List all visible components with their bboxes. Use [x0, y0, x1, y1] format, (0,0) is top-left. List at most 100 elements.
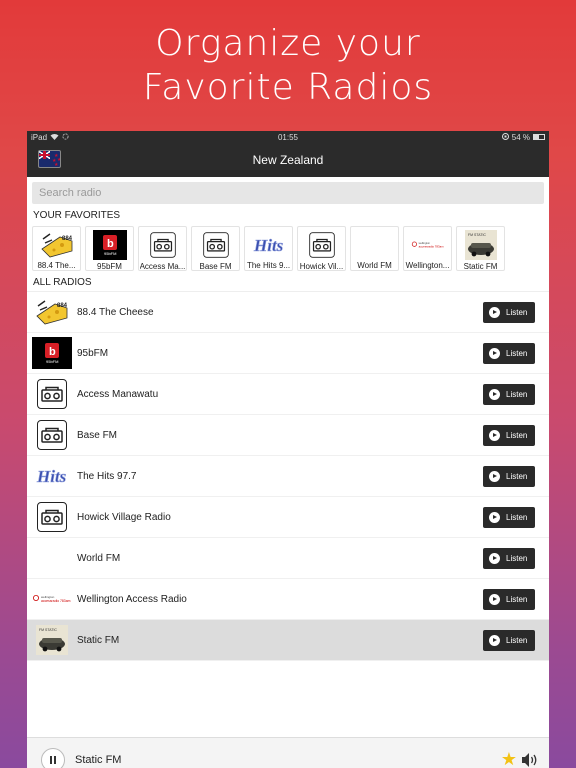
wifi-icon	[50, 133, 59, 142]
radio-name: Wellington Access Radio	[77, 593, 187, 605]
radio-row[interactable]: Base FM Listen	[27, 415, 549, 456]
radio-name: World FM	[77, 552, 121, 564]
hits-logo-icon: Hits	[252, 230, 286, 259]
boombox-icon	[32, 419, 72, 451]
favorite-star-icon[interactable]: ★	[501, 749, 517, 768]
svg-text:Hits: Hits	[253, 236, 284, 255]
speaker-icon[interactable]	[521, 752, 539, 768]
boombox-icon	[32, 501, 72, 533]
play-icon	[489, 635, 500, 646]
favorite-item[interactable]: b 95bFM 95bFM	[85, 226, 134, 271]
boombox-icon	[199, 230, 233, 260]
radio-name: 88.4 The Cheese	[77, 306, 154, 318]
radio-row[interactable]: Howick Village Radio Listen	[27, 497, 549, 538]
station-logo-placeholder	[32, 542, 72, 574]
listen-button[interactable]: Listen	[483, 507, 535, 528]
listen-button[interactable]: Listen	[483, 466, 535, 487]
radio-row[interactable]: FM STATIC Static FM Listen	[27, 620, 549, 661]
favorite-item-label: Access Ma...	[139, 262, 186, 270]
svg-text:b: b	[49, 346, 56, 358]
favorites-title: YOUR FAVORITES	[33, 210, 121, 221]
static-logo-icon: FM STATIC	[464, 230, 498, 260]
favorite-item-label: Base FM	[199, 262, 232, 270]
static-logo-icon: FM STATIC	[32, 624, 72, 656]
favorite-item[interactable]: Base FM	[191, 226, 240, 271]
favorite-item[interactable]: 884 88.4 The...	[32, 226, 81, 271]
bfm-logo-icon: b 95bFM	[32, 337, 72, 369]
new-zealand-flag-icon[interactable]: ★ ★ ★ ★	[38, 150, 61, 168]
radio-row[interactable]: Access Manawatu Listen	[27, 374, 549, 415]
listen-label: Listen	[506, 308, 528, 317]
radio-row[interactable]: Hits The Hits 97.7 Listen	[27, 456, 549, 497]
listen-label: Listen	[506, 636, 528, 645]
battery-percent: 54 %	[511, 132, 530, 142]
radio-row[interactable]: 884 88.4 The Cheese Listen	[27, 292, 549, 333]
radio-row[interactable]: World FM Listen	[27, 538, 549, 579]
nav-bar: ★ ★ ★ ★ New Zealand	[27, 143, 549, 177]
status-time: 01:55	[277, 132, 299, 142]
svg-text:Hits: Hits	[36, 467, 67, 486]
listen-label: Listen	[506, 431, 528, 440]
device-label: iPad	[31, 132, 48, 142]
play-icon	[489, 553, 500, 564]
svg-text:accessradio 783am: accessradio 783am	[418, 244, 444, 248]
favorites-strip: 884 88.4 The... b 95bFM 95bFM Access Ma... Bas…	[27, 223, 549, 271]
search-input[interactable]	[32, 182, 544, 204]
promo-line-1: Organize your	[155, 23, 421, 64]
status-bar: iPad 01:55 54 %	[27, 131, 549, 143]
favorite-item-label: 88.4 The...	[37, 261, 76, 270]
cheese-logo-icon: 884	[40, 230, 74, 259]
favorite-item-label: Howick Vil...	[299, 262, 344, 270]
radio-name: Static FM	[77, 634, 120, 646]
listen-button[interactable]: Listen	[483, 384, 535, 405]
wellington-logo-icon: wellington accessradio 783am	[411, 230, 445, 259]
listen-button[interactable]: Listen	[483, 630, 535, 651]
favorite-item-label: Static FM	[463, 262, 498, 270]
play-icon	[489, 512, 500, 523]
all-radios-title: ALL RADIOS	[33, 277, 92, 288]
radio-row[interactable]: b 95bFM 95bFM Listen	[27, 333, 549, 374]
promo-line-2: Favorite Radios	[142, 67, 434, 108]
favorite-item-label: 95bFM	[97, 262, 122, 270]
boombox-icon	[146, 230, 180, 260]
radio-name: The Hits 97.7	[77, 470, 137, 482]
favorite-item-label: The Hits 9...	[246, 261, 291, 270]
favorite-item[interactable]: wellington accessradio 783am Wellington...	[403, 226, 452, 271]
page-title: New Zealand	[252, 153, 324, 167]
play-icon	[489, 307, 500, 318]
svg-text:FM STATIC: FM STATIC	[468, 233, 486, 237]
listen-label: Listen	[506, 349, 528, 358]
listen-label: Listen	[506, 595, 528, 604]
favorite-item-label: Wellington...	[405, 261, 450, 270]
listen-button[interactable]: Listen	[483, 548, 535, 569]
favorite-item[interactable]: World FM	[350, 226, 399, 271]
favorite-item[interactable]: Howick Vil...	[297, 226, 346, 271]
favorite-item[interactable]: FM STATIC Static FM	[456, 226, 505, 271]
svg-text:95bFM: 95bFM	[46, 359, 58, 364]
play-icon	[489, 471, 500, 482]
radio-row[interactable]: wellington accessradio 783am Wellington Ac…	[27, 579, 549, 620]
player-bar: Static FM ★	[27, 737, 549, 768]
svg-text:95bFM: 95bFM	[104, 251, 116, 256]
radio-name: Howick Village Radio	[77, 511, 171, 523]
listen-button[interactable]: Listen	[483, 589, 535, 610]
search-bar	[27, 177, 549, 209]
listen-button[interactable]: Listen	[483, 425, 535, 446]
favorite-item-label: World FM	[357, 261, 392, 270]
pause-button[interactable]	[41, 747, 65, 768]
svg-text:884: 884	[57, 303, 68, 309]
now-playing-title: Static FM	[75, 753, 122, 766]
radio-name: Access Manawatu	[77, 388, 159, 400]
favorite-item[interactable]: Hits The Hits 9...	[244, 226, 293, 271]
listen-button[interactable]: Listen	[483, 302, 535, 323]
battery-icon	[533, 134, 545, 140]
svg-text:884: 884	[62, 236, 73, 242]
play-icon	[489, 389, 500, 400]
cheese-logo-icon: 884	[32, 296, 72, 328]
loading-icon	[62, 132, 69, 142]
play-icon	[489, 348, 500, 359]
listen-button[interactable]: Listen	[483, 343, 535, 364]
orientation-lock-icon	[501, 132, 509, 142]
favorite-item[interactable]: Access Ma...	[138, 226, 187, 271]
bfm-logo-icon: b 95bFM	[92, 230, 127, 260]
